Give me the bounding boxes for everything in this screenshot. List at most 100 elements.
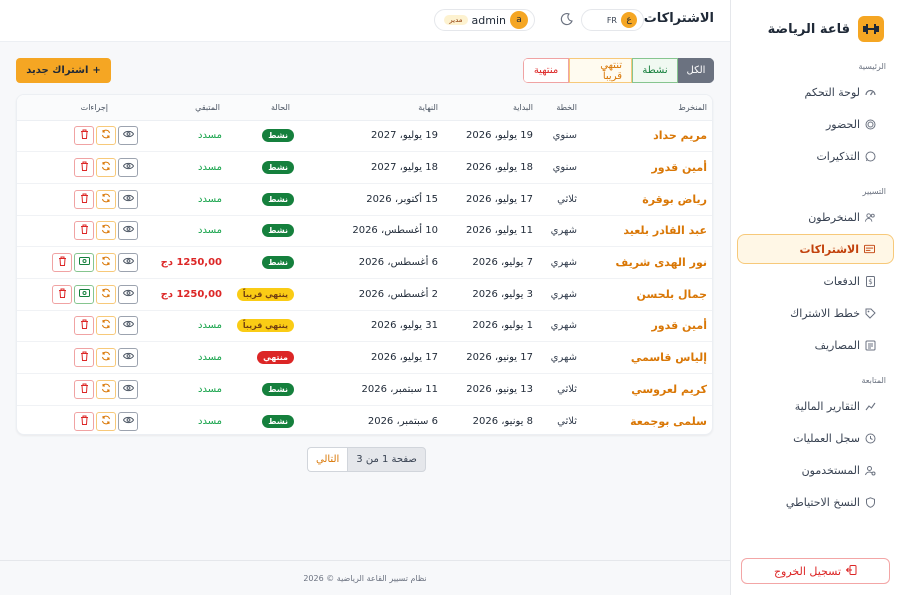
table-row[interactable]: كريم لعروسي ثلاثي 13 يونيو، 2026 11 سبتم…: [17, 373, 712, 406]
table-row[interactable]: سلمى بوجمعة ثلاثي 8 يونيو، 2026 6 سبتمبر…: [17, 405, 712, 434]
renew-button[interactable]: [96, 316, 116, 336]
language-switcher[interactable]: ع FR: [581, 9, 644, 31]
table-row[interactable]: أمين قدور شهري 1 يوليو، 2026 31 يوليو، 2…: [17, 310, 712, 343]
member-name[interactable]: أمين قدور: [589, 151, 712, 184]
view-button[interactable]: [118, 316, 138, 336]
sidebar-section-manage: التسيير المنخرطون الاشتراكات $ الدفعات خ…: [731, 187, 900, 360]
table-row[interactable]: مريم حداد سنوي 19 يوليو، 2026 19 يوليو، …: [17, 120, 712, 153]
trash-icon: [80, 161, 89, 174]
status-badge: نشط: [262, 256, 294, 270]
view-button[interactable]: [118, 379, 138, 399]
view-button[interactable]: [118, 411, 138, 431]
table-row[interactable]: أمين قدور سنوي 18 يوليو، 2026 18 يوليو، …: [17, 151, 712, 184]
language-alt: FR: [606, 15, 617, 25]
sidebar-item-activity-log[interactable]: سجل العمليات: [737, 423, 894, 453]
sidebar-item-dashboard[interactable]: لوحة التحكم: [737, 77, 894, 107]
delete-button[interactable]: [52, 253, 72, 273]
remaining-amount: مسدد: [138, 120, 222, 153]
trash-icon: [58, 256, 67, 269]
renew-button[interactable]: [96, 253, 116, 273]
delete-button[interactable]: [74, 348, 94, 368]
row-actions: [17, 411, 138, 431]
view-button[interactable]: [118, 221, 138, 241]
sidebar-item-subscriptions[interactable]: الاشتراكات: [737, 234, 894, 264]
delete-button[interactable]: [74, 126, 94, 146]
renew-button[interactable]: [96, 379, 116, 399]
view-button[interactable]: [118, 253, 138, 273]
remaining-amount: مسدد: [198, 415, 222, 427]
status-cell: نشط: [222, 373, 316, 406]
end-date: 17 يوليو، 2026: [316, 341, 438, 374]
col-end: النهاية: [316, 95, 438, 121]
member-name[interactable]: عبد القادر بلعيد: [589, 215, 712, 248]
sidebar-item-plans[interactable]: خطط الاشتراك: [737, 298, 894, 328]
member-name[interactable]: أمين قدور: [589, 310, 712, 343]
filter-expired[interactable]: منتهية: [523, 58, 569, 83]
new-subscription-label: اشتراك جديد: [26, 65, 89, 76]
member-name[interactable]: كريم لعروسي: [589, 373, 712, 406]
refresh-icon: [101, 256, 111, 269]
row-actions: [17, 253, 138, 273]
renew-button[interactable]: [96, 284, 116, 304]
member-name[interactable]: مريم حداد: [589, 120, 712, 153]
delete-button[interactable]: [74, 189, 94, 209]
view-button[interactable]: [118, 126, 138, 146]
pay-button[interactable]: [74, 253, 94, 273]
member-name[interactable]: رياض بوقرة: [589, 183, 712, 216]
remaining-amount: 1250,00 دج: [138, 278, 222, 311]
row-actions: [17, 284, 138, 304]
remaining-amount: مسدد: [138, 310, 222, 343]
sidebar-item-backup[interactable]: النسخ الاحتياطي: [737, 487, 894, 517]
sidebar-item-payments[interactable]: $ الدفعات: [737, 266, 894, 296]
sidebar-item-expenses[interactable]: المصاريف: [737, 330, 894, 360]
member-name[interactable]: نور الهدى شريف: [589, 246, 712, 279]
member-name[interactable]: جمال بلحسن: [589, 278, 712, 311]
remaining-amount: مسدد: [138, 215, 222, 248]
user-menu[interactable]: a admin مدير: [434, 9, 535, 31]
topbar: الاشتراكات ع FR a admin مدير: [0, 0, 730, 42]
logout-button[interactable]: تسجيل الخروج: [741, 558, 890, 584]
filter-expiring-soon[interactable]: تنتهي قريباً: [569, 58, 632, 83]
renew-button[interactable]: [96, 189, 116, 209]
table-row[interactable]: رياض بوقرة ثلاثي 17 يوليو، 2026 15 أكتوب…: [17, 183, 712, 216]
eye-icon: [122, 194, 134, 205]
brand[interactable]: قاعة الرياضة: [731, 0, 900, 46]
member-name[interactable]: إلياس قاسمي: [589, 341, 712, 374]
delete-button[interactable]: [74, 379, 94, 399]
sidebar-item-users[interactable]: المستخدمون: [737, 455, 894, 485]
next-page-button[interactable]: التالي: [307, 447, 348, 472]
remaining-amount: مسدد: [138, 151, 222, 184]
new-subscription-button[interactable]: + اشتراك جديد: [16, 58, 111, 83]
status-cell: ينتهي قريباً: [222, 310, 316, 343]
view-button[interactable]: [118, 348, 138, 368]
sidebar-item-attendance[interactable]: الحضور: [737, 109, 894, 139]
trash-icon: [80, 319, 89, 332]
view-button[interactable]: [118, 189, 138, 209]
delete-button[interactable]: [52, 284, 72, 304]
view-button[interactable]: [118, 284, 138, 304]
member-name[interactable]: سلمى بوجمعة: [589, 405, 712, 434]
receipt-icon: $: [865, 275, 876, 287]
sidebar-item-reminders[interactable]: التذكيرات: [737, 141, 894, 171]
delete-button[interactable]: [74, 221, 94, 241]
pay-button[interactable]: [74, 284, 94, 304]
filter-active[interactable]: نشطة: [632, 58, 678, 83]
table-row[interactable]: إلياس قاسمي شهري 17 يونيو، 2026 17 يوليو…: [17, 341, 712, 374]
delete-button[interactable]: [74, 316, 94, 336]
renew-button[interactable]: [96, 221, 116, 241]
renew-button[interactable]: [96, 348, 116, 368]
sidebar-item-members[interactable]: المنخرطون: [737, 202, 894, 232]
subscriptions-table: المنخرط الخطة البداية النهاية الحالة الم…: [17, 95, 712, 434]
renew-button[interactable]: [96, 158, 116, 178]
renew-button[interactable]: [96, 126, 116, 146]
table-row[interactable]: جمال بلحسن شهري 3 يوليو، 2026 2 أغسطس، 2…: [17, 278, 712, 311]
sidebar-item-reports[interactable]: التقارير المالية: [737, 391, 894, 421]
table-row[interactable]: نور الهدى شريف شهري 7 يوليو، 2026 6 أغسط…: [17, 246, 712, 279]
view-button[interactable]: [118, 158, 138, 178]
renew-button[interactable]: [96, 411, 116, 431]
table-row[interactable]: عبد القادر بلعيد شهري 11 يوليو، 2026 10 …: [17, 215, 712, 248]
delete-button[interactable]: [74, 411, 94, 431]
filter-all[interactable]: الكل: [678, 58, 714, 83]
dark-mode-toggle[interactable]: [560, 12, 574, 26]
delete-button[interactable]: [74, 158, 94, 178]
